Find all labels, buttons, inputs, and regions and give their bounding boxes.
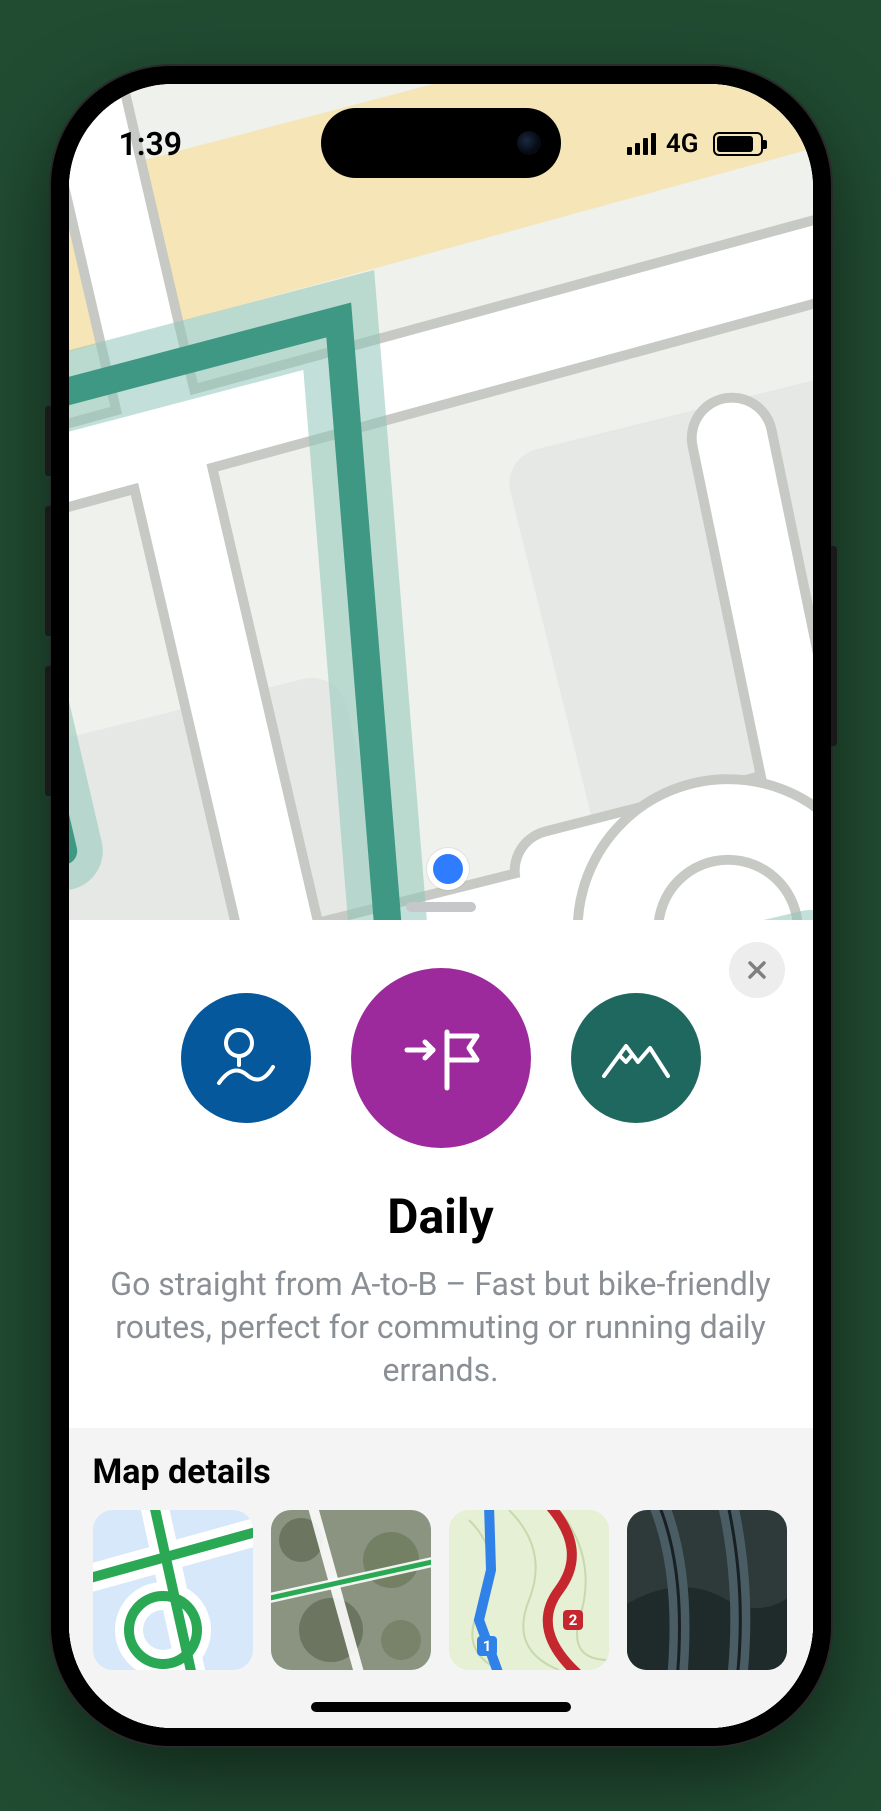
- svg-text:2: 2: [568, 1611, 577, 1629]
- detail-card-satellite[interactable]: [271, 1510, 431, 1670]
- leisure-icon: [209, 1021, 283, 1095]
- mode-selector: [69, 968, 813, 1148]
- panel-title: Daily: [69, 1188, 813, 1245]
- detail-card-trails[interactable]: 1 2: [449, 1510, 609, 1670]
- signal-icon: [627, 133, 656, 155]
- location-dot: [433, 854, 463, 884]
- detail-card-cycle-network[interactable]: [93, 1510, 253, 1670]
- detail-card-night[interactable]: [627, 1510, 787, 1670]
- map-details-heading: Map details: [93, 1452, 789, 1492]
- mode-leisure[interactable]: [181, 993, 311, 1123]
- battery-icon: [713, 132, 763, 156]
- close-icon: [746, 959, 768, 981]
- status-indicators: 4G: [627, 129, 763, 159]
- mode-daily[interactable]: [351, 968, 531, 1148]
- status-time: 1:39: [119, 125, 183, 163]
- mountain-icon: [596, 1028, 676, 1088]
- screen: 1:39 4G: [69, 84, 813, 1728]
- mode-mtb[interactable]: [571, 993, 701, 1123]
- sheet-handle[interactable]: [406, 902, 476, 912]
- panel-description: Go straight from A-to-B – Fast but bike-…: [69, 1245, 813, 1393]
- daily-icon: [391, 1008, 491, 1108]
- map-details-row: 1 2: [93, 1510, 789, 1670]
- svg-text:1: 1: [482, 1637, 491, 1655]
- side-button: [831, 546, 837, 746]
- dynamic-island: [321, 108, 561, 178]
- close-button[interactable]: [729, 942, 785, 998]
- map-details-section: Map details: [69, 1428, 813, 1727]
- phone-frame: 1:39 4G: [51, 66, 831, 1746]
- network-label: 4G: [666, 129, 699, 159]
- bottom-sheet: Daily Go straight from A-to-B – Fast but…: [69, 920, 813, 1728]
- home-indicator[interactable]: [311, 1702, 571, 1712]
